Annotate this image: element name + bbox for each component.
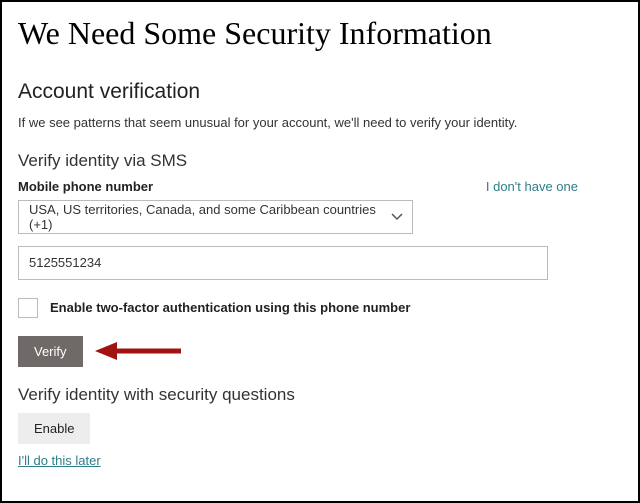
verify-button[interactable]: Verify	[18, 336, 83, 367]
enable-button[interactable]: Enable	[18, 413, 90, 444]
country-select[interactable]: USA, US territories, Canada, and some Ca…	[18, 200, 413, 234]
country-select-value: USA, US territories, Canada, and some Ca…	[29, 202, 382, 232]
security-info-panel: We Need Some Security Information Accoun…	[0, 0, 640, 503]
arrow-annotation-icon	[93, 339, 183, 363]
two-factor-label: Enable two-factor authentication using t…	[50, 300, 410, 315]
account-verification-description: If we see patterns that seem unusual for…	[18, 114, 622, 132]
no-phone-link[interactable]: I don't have one	[486, 179, 578, 194]
phone-input[interactable]	[18, 246, 548, 280]
two-factor-row: Enable two-factor authentication using t…	[18, 298, 622, 318]
phone-label-row: Mobile phone number I don't have one	[18, 179, 578, 194]
sms-heading: Verify identity via SMS	[18, 151, 622, 171]
phone-label: Mobile phone number	[18, 179, 153, 194]
page-title: We Need Some Security Information	[18, 14, 622, 52]
account-verification-heading: Account verification	[18, 80, 622, 104]
do-later-link[interactable]: I'll do this later	[18, 453, 101, 468]
verify-row: Verify	[18, 336, 622, 367]
two-factor-checkbox[interactable]	[18, 298, 38, 318]
security-questions-heading: Verify identity with security questions	[18, 385, 622, 405]
